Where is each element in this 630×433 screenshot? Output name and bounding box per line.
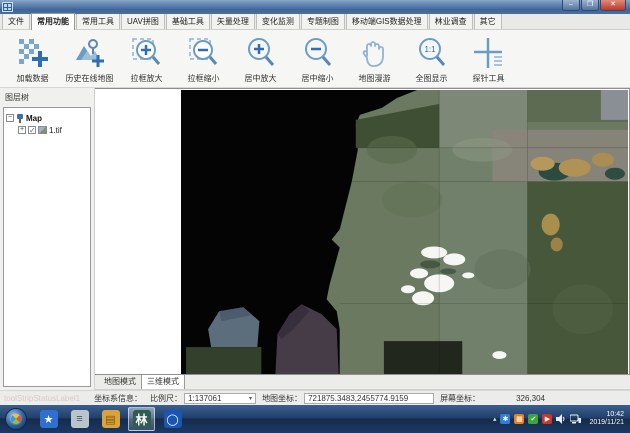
box-zoom-out-icon — [186, 35, 222, 71]
start-button[interactable] — [5, 408, 27, 430]
close-button[interactable]: ✕ — [600, 0, 626, 11]
system-tray: ▴ ✱ ▦ ✔ ▶ 10:42 2019/11/21 — [491, 405, 628, 433]
satellite-raster-image — [181, 90, 628, 374]
toolbar-label: 探针工具 — [473, 73, 505, 84]
map-coord-field[interactable]: 721875.3483,2455774.9159 — [304, 393, 434, 404]
title-bar: – ❐ ✕ — [0, 0, 630, 14]
taskbar-star-app[interactable]: ★ — [35, 407, 62, 431]
box-zoom-in-icon — [129, 35, 165, 71]
tab-common-functions[interactable]: 常用功能 — [31, 13, 75, 30]
screen-coord-label: 屏幕坐标： — [440, 393, 480, 404]
tab-common-tools[interactable]: 常用工具 — [76, 13, 120, 29]
toolbar-label: 拉框缩小 — [188, 73, 220, 84]
maximize-button[interactable]: ❐ — [581, 0, 599, 11]
taskbar-clock[interactable]: 10:42 2019/11/21 — [589, 411, 624, 427]
map-mode-tab-strip: 地图模式 三维模式 — [95, 375, 630, 390]
tree-node-tif[interactable]: + ✓ 1.tif — [6, 124, 88, 136]
tab-forestry-survey[interactable]: 林业调查 — [429, 13, 473, 29]
layer-checkbox[interactable]: ✓ — [28, 126, 36, 134]
map-canvas[interactable] — [95, 88, 630, 375]
tab-thematic-mapping[interactable]: 专题制图 — [301, 13, 345, 29]
scale-combobox[interactable]: 1:137061 ▾ — [184, 393, 256, 404]
forest-app-icon: 林 — [133, 410, 151, 428]
center-zoom-out-button[interactable]: 居中缩小 — [289, 33, 346, 87]
tab-change-detection[interactable]: 变化监测 — [256, 13, 300, 29]
scale-label: 比例尺： — [150, 393, 182, 404]
toolbar-label: 拉框放大 — [131, 73, 163, 84]
screen-coord-value: 326,304 — [516, 394, 545, 403]
taskbar-forest-gis-app[interactable]: 林 — [128, 407, 155, 431]
pan-hand-icon — [357, 35, 393, 71]
center-zoom-out-icon — [300, 35, 336, 71]
app-icon — [2, 2, 13, 12]
layer-tree: − Map + ✓ 1.tif — [3, 107, 91, 387]
circle-app-icon: ◯ — [164, 410, 182, 428]
status-faint-label: toolStripStatusLabel1 — [4, 394, 80, 403]
tray-blue-icon[interactable]: ✱ — [500, 414, 510, 424]
tab-file[interactable]: 文件 — [2, 13, 30, 29]
toolbar-label: 地图漫游 — [359, 73, 391, 84]
layer-tree-panel: 图层树 − Map + ✓ 1.tif — [0, 88, 95, 390]
clock-date: 2019/11/21 — [589, 419, 624, 427]
expand-icon[interactable]: + — [18, 126, 26, 134]
ribbon-tab-strip: 文件 常用功能 常用工具 UAV拼图 基础工具 矢量处理 变化监测 专题制图 移… — [0, 14, 630, 30]
history-online-map-button[interactable]: 历史在线地图 — [61, 33, 118, 87]
toolbar: 加载数据 历史在线地图 — [0, 30, 630, 88]
status-bar: toolStripStatusLabel1 坐标系信息： 比例尺： 1:1370… — [0, 390, 630, 405]
network-icon[interactable] — [570, 414, 581, 424]
load-data-icon — [15, 35, 51, 71]
windows-logo-icon — [9, 412, 23, 426]
raster-layer-icon — [38, 126, 47, 134]
tree-node-label[interactable]: 1.tif — [49, 126, 62, 135]
folder-icon: ▤ — [102, 410, 120, 428]
scale-value: 1:137061 — [188, 394, 221, 403]
box-zoom-out-button[interactable]: 拉框缩小 — [175, 33, 232, 87]
full-extent-button[interactable]: 1:1 全图显示 — [403, 33, 460, 87]
tab-3d-mode[interactable]: 三维模式 — [141, 374, 185, 389]
tray-orange-icon[interactable]: ▦ — [514, 414, 524, 424]
history-online-map-icon — [72, 35, 108, 71]
tree-node-label[interactable]: Map — [26, 114, 42, 123]
svg-text:1:1: 1:1 — [424, 45, 436, 54]
tab-vector-processing[interactable]: 矢量处理 — [211, 13, 255, 29]
probe-tool-icon — [471, 35, 507, 71]
chevron-down-icon[interactable]: ▾ — [249, 394, 252, 403]
probe-tool-button[interactable]: 探针工具 — [460, 33, 517, 87]
pan-map-button[interactable]: 地图漫游 — [346, 33, 403, 87]
show-hidden-icons[interactable]: ▴ — [493, 415, 497, 423]
crs-info-label: 坐标系信息： — [94, 393, 142, 404]
full-extent-icon: 1:1 — [414, 35, 450, 71]
center-zoom-in-icon — [243, 35, 279, 71]
map-layer-icon — [16, 114, 24, 123]
windows-taskbar: ★ ≡ ▤ 林 ◯ ▴ ✱ ▦ ✔ ▶ 10:42 — [0, 405, 630, 433]
notepad-icon: ≡ — [71, 410, 89, 428]
tab-other[interactable]: 其它 — [474, 13, 502, 29]
tab-mobile-gis-data[interactable]: 移动端GIS数据处理 — [346, 13, 428, 29]
tab-map-mode[interactable]: 地图模式 — [99, 375, 141, 389]
toolbar-label: 历史在线地图 — [66, 73, 114, 84]
taskbar-notepad-app[interactable]: ≡ — [66, 407, 93, 431]
tab-uav-mosaic[interactable]: UAV拼图 — [121, 13, 165, 29]
collapse-icon[interactable]: − — [6, 114, 14, 122]
layer-panel-title: 图层树 — [0, 88, 94, 105]
tree-node-map[interactable]: − Map — [6, 112, 88, 124]
taskbar-explorer-app[interactable]: ▤ — [97, 407, 124, 431]
tab-basic-tools[interactable]: 基础工具 — [166, 13, 210, 29]
volume-icon[interactable] — [556, 414, 566, 424]
application-window: – ❐ ✕ 文件 常用功能 常用工具 UAV拼图 基础工具 矢量处理 变化监测 … — [0, 0, 630, 433]
box-zoom-in-button[interactable]: 拉框放大 — [118, 33, 175, 87]
tray-green-icon[interactable]: ✔ — [528, 414, 538, 424]
map-coord-label: 地图坐标： — [262, 393, 302, 404]
load-data-button[interactable]: 加载数据 — [4, 33, 61, 87]
toolbar-label: 居中放大 — [245, 73, 277, 84]
toolbar-label: 全图显示 — [416, 73, 448, 84]
star-icon: ★ — [40, 410, 58, 428]
tray-red-icon[interactable]: ▶ — [542, 414, 552, 424]
taskbar-circle-app[interactable]: ◯ — [159, 407, 186, 431]
toolbar-label: 居中缩小 — [302, 73, 334, 84]
clock-time: 10:42 — [589, 411, 624, 419]
center-zoom-in-button[interactable]: 居中放大 — [232, 33, 289, 87]
minimize-button[interactable]: – — [562, 0, 580, 11]
toolbar-label: 加载数据 — [17, 73, 49, 84]
